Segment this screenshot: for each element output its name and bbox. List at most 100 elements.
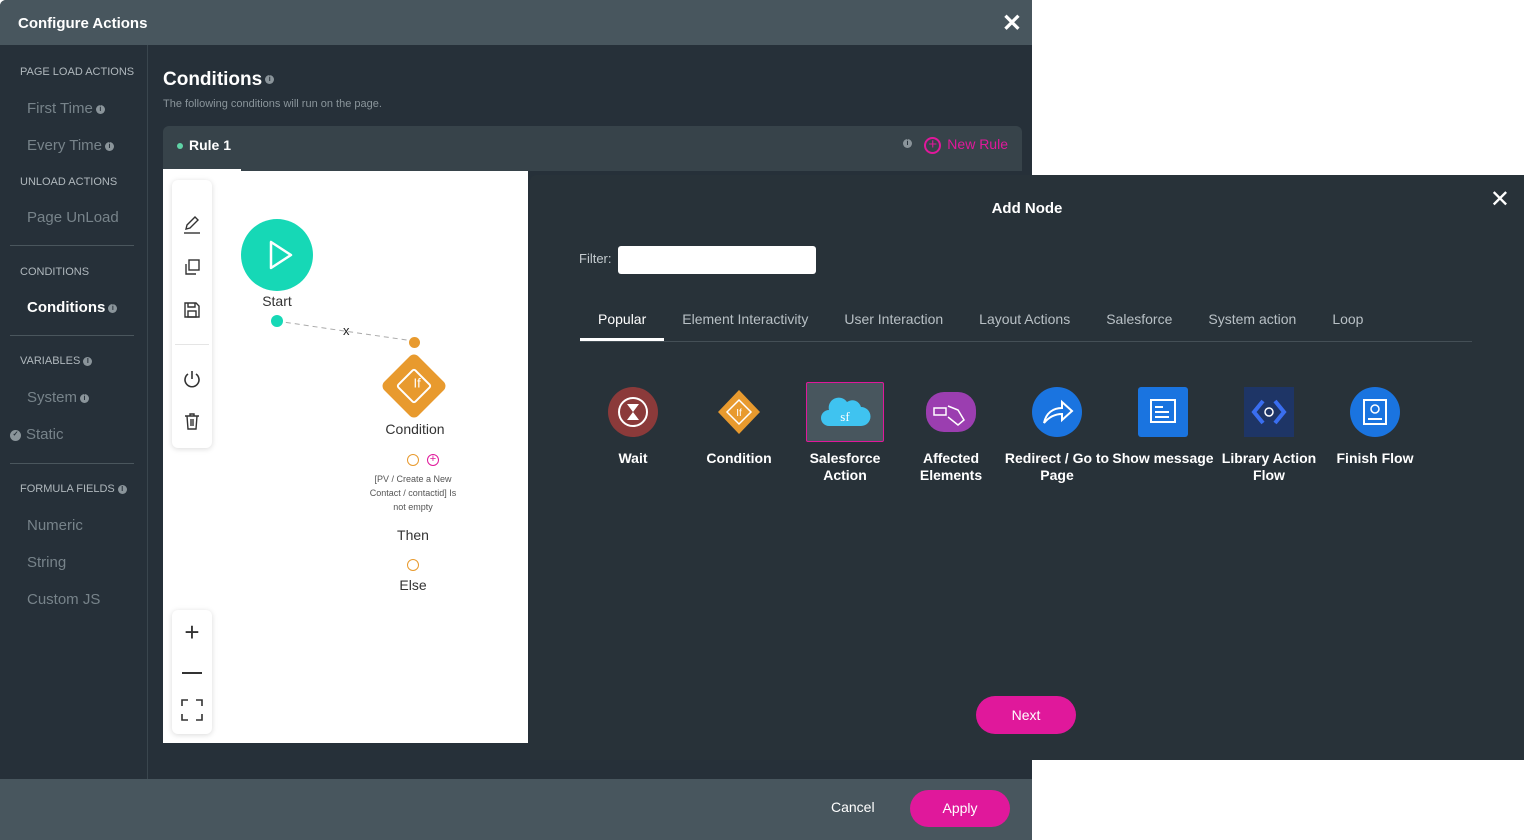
- node-finish-flow[interactable]: Finish Flow: [1322, 382, 1428, 484]
- icon-wrap: [594, 382, 672, 442]
- label: New Rule: [947, 136, 1008, 152]
- node-label: Library Action Flow: [1221, 450, 1317, 483]
- sidebar-item-string[interactable]: String: [27, 554, 66, 571]
- rule-bar: Rule 1 i + New Rule: [163, 126, 1022, 171]
- info-icon: i: [95, 104, 105, 114]
- close-icon[interactable]: ✕: [1002, 9, 1022, 38]
- condition-text: [PV / Create a New Contact / contactid] …: [369, 474, 457, 512]
- node-label: Salesforce Action: [809, 450, 881, 483]
- modal-title: Configure Actions: [18, 15, 148, 32]
- node-label: Show message: [1112, 450, 1214, 466]
- section-conditions: CONDITIONS: [20, 266, 90, 278]
- tab-rule-1[interactable]: Rule 1: [163, 126, 241, 171]
- start-output-port[interactable]: [271, 315, 283, 327]
- node-list: Wait If Condition sf Salesforce Action Aff…: [580, 382, 1428, 484]
- sidebar-item-page-unload[interactable]: Page UnLoad: [27, 209, 119, 226]
- icon-wrap: [912, 382, 990, 442]
- info-icon: i: [903, 139, 912, 148]
- if-diamond-icon: If: [718, 390, 760, 434]
- start-node[interactable]: [241, 219, 313, 291]
- title-text: Conditions: [163, 69, 263, 90]
- divider: [10, 335, 134, 336]
- divider: [10, 245, 134, 246]
- tab-element-interactivity[interactable]: Element Interactivity: [664, 301, 826, 341]
- condition-input-port[interactable]: [409, 337, 420, 348]
- sidebar-item-conditions[interactable]: Conditions i: [27, 299, 118, 316]
- label: Rule 1: [189, 137, 232, 153]
- icon-wrap: [1018, 382, 1096, 442]
- section-variables: VARIABLES i: [20, 355, 93, 367]
- tab-user-interaction[interactable]: User Interaction: [826, 301, 961, 341]
- node-affected-elements[interactable]: Affected Elements: [898, 382, 1004, 484]
- if-text: If: [413, 375, 421, 391]
- message-icon: [1138, 387, 1188, 437]
- new-rule-button[interactable]: + New Rule: [924, 136, 1008, 154]
- edge-delete-label[interactable]: x: [343, 323, 350, 338]
- node-label: Redirect / Go to Page: [1004, 450, 1110, 483]
- svg-text:sf: sf: [840, 409, 850, 424]
- label: Conditions: [27, 299, 106, 316]
- share-arrow-icon: [1032, 387, 1082, 437]
- label: Static: [26, 426, 64, 443]
- label: System: [27, 389, 78, 406]
- start-label: Start: [262, 293, 292, 309]
- status-dot: [177, 143, 183, 150]
- modal-header: Configure Actions ✕: [0, 0, 1032, 45]
- node-salesforce-action[interactable]: sf Salesforce Action: [792, 382, 898, 484]
- section-formula: FORMULA FIELDS i: [20, 483, 127, 495]
- flow-edges: [276, 320, 415, 342]
- plus-circle-icon: +: [924, 136, 942, 154]
- info-icon: i: [117, 484, 127, 494]
- icon-wrap: If: [700, 382, 778, 442]
- node-label: Finish Flow: [1336, 450, 1414, 466]
- close-icon[interactable]: ✕: [1490, 185, 1510, 214]
- icon-wrap: [1230, 382, 1308, 442]
- tab-system-action[interactable]: System action: [1190, 301, 1314, 341]
- then-port[interactable]: [407, 454, 419, 466]
- label: First Time: [27, 100, 93, 117]
- apply-button[interactable]: Apply: [910, 790, 1010, 827]
- else-label: Else: [399, 577, 427, 593]
- hand-pointer-icon: [926, 392, 976, 432]
- salesforce-cloud-icon: sf: [821, 397, 871, 426]
- add-node-icon[interactable]: +: [427, 454, 439, 466]
- info-icon: i: [80, 393, 90, 403]
- play-icon: [269, 240, 293, 270]
- node-label: Condition: [706, 450, 772, 466]
- info-icon: i: [83, 356, 93, 366]
- page-title: Conditions i: [163, 69, 275, 91]
- filter-input[interactable]: [618, 246, 816, 274]
- then-label: Then: [397, 527, 429, 543]
- info-icon: i: [265, 75, 275, 85]
- cancel-button[interactable]: Cancel: [831, 799, 875, 815]
- icon-wrap: sf: [806, 382, 884, 442]
- sidebar-item-custom-js[interactable]: Custom JS: [27, 591, 100, 608]
- tab-salesforce[interactable]: Salesforce: [1088, 301, 1190, 341]
- node-category-tabs: Popular Element Interactivity User Inter…: [580, 301, 1472, 342]
- node-library-action-flow[interactable]: Library Action Flow: [1216, 382, 1322, 484]
- node-show-message[interactable]: Show message: [1110, 382, 1216, 484]
- sidebar-item-system[interactable]: System i: [27, 389, 90, 406]
- tab-loop[interactable]: Loop: [1314, 301, 1381, 341]
- sidebar-item-every-time[interactable]: Every Time i: [27, 137, 115, 154]
- condition-label: Condition: [385, 421, 445, 437]
- page-subtitle: The following conditions will run on the…: [163, 98, 382, 110]
- tab-layout-actions[interactable]: Layout Actions: [961, 301, 1088, 341]
- node-wait[interactable]: Wait: [580, 382, 686, 484]
- sidebar-item-numeric[interactable]: Numeric: [27, 517, 83, 534]
- sidebar: PAGE LOAD ACTIONS First Time i Every Time…: [0, 45, 148, 779]
- modal-footer: Cancel Apply: [0, 779, 1032, 840]
- add-node-dialog: Add Node ✕ Filter: Popular Element Inter…: [530, 175, 1524, 760]
- sidebar-item-static[interactable]: ✓ Static: [10, 426, 64, 443]
- sidebar-item-first-time[interactable]: First Time i: [27, 100, 105, 117]
- node-label: Affected Elements: [919, 450, 983, 483]
- flow-canvas[interactable]: + x Start If Condition + [PV / Create a …: [163, 171, 528, 743]
- section-unload: UNLOAD ACTIONS: [20, 176, 118, 188]
- dialog-title: Add Node: [991, 200, 1063, 217]
- else-port[interactable]: [407, 559, 419, 571]
- next-button[interactable]: Next: [976, 696, 1076, 734]
- node-redirect[interactable]: Redirect / Go to Page: [1004, 382, 1110, 484]
- tab-popular[interactable]: Popular: [580, 301, 665, 341]
- hourglass-icon: [608, 387, 658, 437]
- node-condition[interactable]: If Condition: [686, 382, 792, 484]
